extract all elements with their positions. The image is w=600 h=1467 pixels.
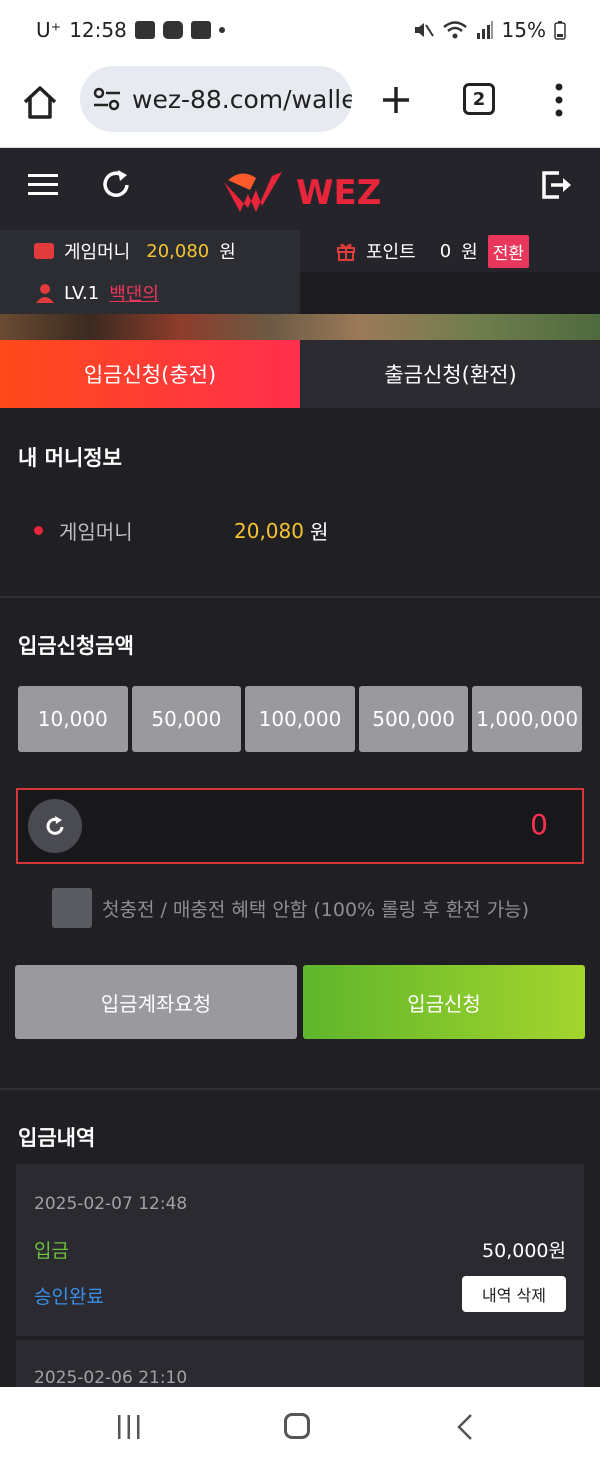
- battery-percent: 15%: [501, 18, 546, 42]
- url-text: wez-88.com/walle: [132, 84, 352, 114]
- reset-icon: [46, 816, 64, 835]
- point-switch-button[interactable]: 전환: [487, 234, 529, 268]
- money-info-label: 게임머니: [59, 520, 133, 544]
- point-cell: 포인트 0 원 전환: [300, 230, 600, 272]
- money-info-row: 게임머니 20,080 원: [34, 516, 328, 545]
- won-unit: 원: [219, 242, 236, 263]
- banner-image: [0, 314, 600, 340]
- bullet-icon: [34, 526, 43, 535]
- nickname-link[interactable]: 백댄의: [109, 280, 159, 306]
- amount-button-50000[interactable]: 50,000: [131, 686, 242, 752]
- youtube-icon: [162, 21, 183, 39]
- wifi-icon: [442, 21, 467, 39]
- money-info-value: 20,080: [234, 518, 304, 543]
- wallet-tabs: 입금신청(충전) 출금신청(환전): [0, 340, 600, 408]
- site-settings-icon[interactable]: [92, 86, 122, 112]
- amount-button-100000[interactable]: 100,000: [245, 686, 355, 752]
- point-label: 포인트: [366, 242, 416, 263]
- refresh-icon[interactable]: [102, 168, 132, 200]
- more-menu-icon[interactable]: [551, 82, 567, 118]
- reset-amount-button[interactable]: [28, 799, 82, 853]
- amount-button-500000[interactable]: 500,000: [358, 686, 469, 752]
- no-bonus-checkbox[interactable]: [52, 888, 92, 928]
- history-date: 2025-02-07 12:48: [34, 1194, 188, 1214]
- no-bonus-label: 첫충전 / 매충전 혜택 안함 (100% 롤링 후 환전 가능): [102, 898, 530, 921]
- site-header: WEZ: [0, 148, 600, 230]
- history-item: 2025-02-07 12:48 입금 50,000원 승인완료 내역 삭제: [16, 1164, 584, 1336]
- deposit-submit-button[interactable]: 입금신청: [303, 965, 585, 1039]
- point-value: 0: [439, 240, 452, 262]
- carrier-label: U⁺: [36, 18, 62, 42]
- history-status: 승인완료: [34, 1286, 104, 1308]
- game-money-label: 게임머니: [64, 242, 131, 263]
- tab-withdraw[interactable]: 출금신청(환전): [301, 340, 600, 408]
- url-bar[interactable]: wez-88.com/walle: [80, 66, 352, 132]
- history-amount: 50,000원: [482, 1240, 566, 1262]
- amount-button-1000000[interactable]: 1,000,000: [472, 686, 582, 752]
- game-money-value: 20,080: [146, 240, 210, 262]
- logout-icon[interactable]: [541, 170, 573, 200]
- request-account-button[interactable]: 입금계좌요청: [15, 965, 297, 1039]
- delete-history-button[interactable]: 내역 삭제: [462, 1276, 566, 1312]
- tab-switcher-button[interactable]: 2: [463, 83, 495, 115]
- main-content: 내 머니정보 게임머니 20,080 원 입금신청금액 10,000 50,00…: [0, 408, 600, 1400]
- gallery-icon: [134, 21, 155, 39]
- browser-toolbar: wez-88.com/walle 2: [0, 64, 600, 148]
- history-type: 입금: [34, 1240, 69, 1262]
- signal-icon: [476, 21, 493, 39]
- wez-logo[interactable]: WEZ: [222, 160, 382, 216]
- point-won-unit: 원: [461, 242, 478, 263]
- level-cell: LV.1 백댄의: [0, 272, 300, 314]
- money-info-unit: 원: [309, 520, 329, 544]
- tab-deposit[interactable]: 입금신청(충전): [0, 340, 300, 408]
- history-date: 2025-02-06 21:10: [34, 1368, 188, 1388]
- divider: [0, 596, 600, 598]
- deposit-amount-value: 0: [530, 808, 548, 841]
- battery-icon: [554, 21, 566, 40]
- logo-text: WEZ: [296, 173, 381, 213]
- home-icon[interactable]: [20, 82, 60, 122]
- gift-icon: [337, 243, 355, 261]
- no-bonus-option: 첫충전 / 매충전 혜택 안함 (100% 롤링 후 환전 가능): [52, 888, 529, 928]
- wallet-icon: [34, 243, 54, 259]
- new-tab-icon[interactable]: [380, 84, 412, 116]
- b-app-icon: [190, 21, 211, 39]
- money-info-title: 내 머니정보: [18, 446, 122, 470]
- amount-button-10000[interactable]: 10,000: [18, 686, 128, 752]
- user-info-bar: 게임머니 20,080 원 포인트 0 원 전환 LV.1 백댄의: [0, 230, 600, 314]
- clock: 12:58: [69, 18, 127, 42]
- recent-apps-icon[interactable]: [116, 1415, 142, 1439]
- status-bar: U⁺ 12:58 15%: [0, 0, 600, 64]
- divider: [0, 1088, 600, 1090]
- mute-icon: [414, 23, 434, 37]
- deposit-amount-field[interactable]: 0: [16, 788, 584, 864]
- system-nav-bar: [0, 1387, 600, 1467]
- notification-dot-icon: [218, 27, 225, 33]
- game-money-cell: 게임머니 20,080 원: [0, 230, 300, 272]
- deposit-history-title: 입금내역: [18, 1126, 96, 1150]
- deposit-amount-title: 입금신청금액: [18, 634, 134, 658]
- amount-buttons: 10,000 50,000 100,000 500,000 1,000,000: [18, 686, 582, 752]
- level-label: LV.1: [64, 282, 100, 304]
- back-icon[interactable]: [456, 1413, 474, 1441]
- system-home-icon[interactable]: [284, 1413, 310, 1439]
- hamburger-menu-icon[interactable]: [28, 172, 58, 198]
- user-icon: [36, 284, 54, 303]
